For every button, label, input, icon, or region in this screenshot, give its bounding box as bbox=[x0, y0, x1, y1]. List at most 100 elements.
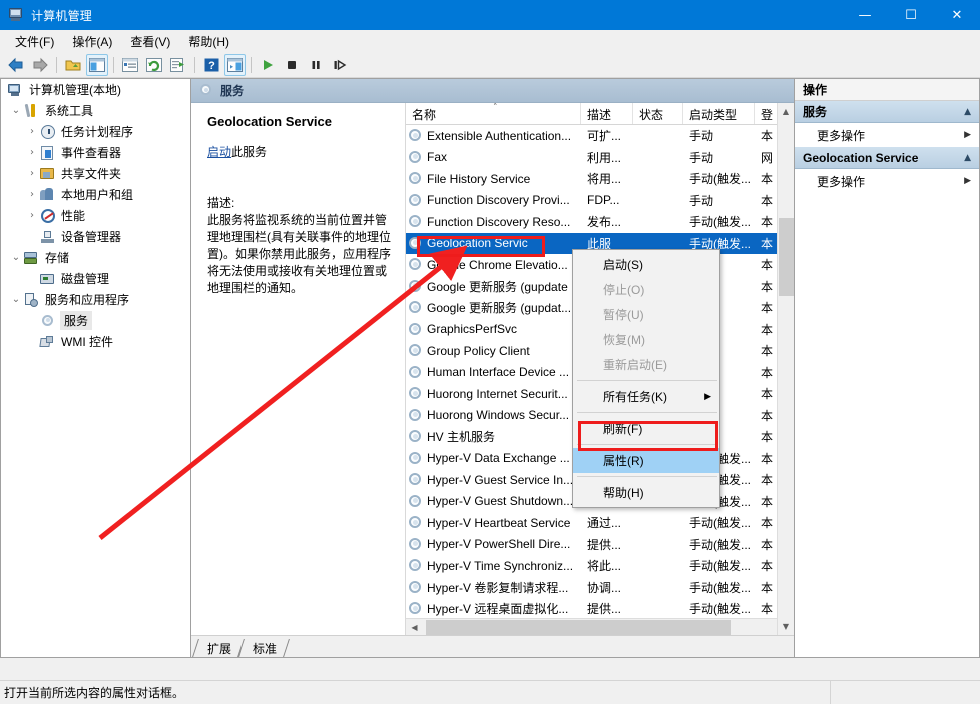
menu-help[interactable]: 帮助(H) bbox=[179, 31, 238, 52]
action-more-actions-geolocation[interactable]: 更多操作 ▶ bbox=[795, 169, 979, 193]
tree-item-storage[interactable]: ⌄ 存储 bbox=[1, 247, 190, 268]
horizontal-scroll-thumb[interactable] bbox=[426, 620, 731, 635]
tree-item-system-tools[interactable]: ⌄ 系统工具 bbox=[1, 100, 190, 121]
context-menu-item[interactable]: 属性(R) bbox=[573, 448, 719, 473]
chevron-right-icon[interactable]: › bbox=[25, 210, 39, 221]
tree-item-local-users-groups[interactable]: › 本地用户和组 bbox=[1, 184, 190, 205]
start-service-icon[interactable] bbox=[257, 54, 279, 76]
properties-icon[interactable] bbox=[119, 54, 141, 76]
chevron-down-icon[interactable]: ⌄ bbox=[9, 252, 23, 263]
table-row[interactable]: Function Discovery Reso...发布...手动(触发...本 bbox=[406, 211, 794, 233]
console-tree[interactable]: 计算机管理(本地) ⌄ 系统工具 › 任务计划程序 › 事件查看器 › 共享文件… bbox=[0, 78, 190, 658]
storage-icon bbox=[23, 250, 40, 266]
table-row[interactable]: Hyper-V 卷影复制请求程...协调...手动(触发...本 bbox=[406, 577, 794, 599]
service-name-text: Google 更新服务 (gupdate bbox=[427, 278, 568, 295]
scroll-up-icon[interactable]: ▲ bbox=[778, 103, 794, 120]
menu-action[interactable]: 操作(A) bbox=[63, 31, 121, 52]
scroll-down-icon[interactable]: ▼ bbox=[778, 618, 794, 635]
close-button[interactable]: ✕ bbox=[934, 0, 980, 30]
table-row[interactable]: File History Service将用...手动(触发...本 bbox=[406, 168, 794, 190]
service-name-text: Hyper-V Guest Shutdown... bbox=[427, 494, 573, 508]
actions-group-services[interactable]: 服务 ▲ bbox=[795, 101, 979, 123]
export-list-icon[interactable] bbox=[167, 54, 189, 76]
chevron-right-icon[interactable]: › bbox=[25, 147, 39, 158]
show-hide-tree-icon[interactable] bbox=[86, 54, 108, 76]
cell-description: 协调... bbox=[581, 579, 633, 596]
column-header-name[interactable]: 名称 ˄ bbox=[406, 103, 581, 124]
service-name-text: Hyper-V PowerShell Dire... bbox=[427, 537, 570, 551]
forward-icon[interactable] bbox=[29, 54, 51, 76]
stop-service-icon[interactable] bbox=[281, 54, 303, 76]
chevron-right-icon[interactable]: › bbox=[25, 126, 39, 137]
service-name-text: Hyper-V Guest Service In... bbox=[427, 473, 573, 487]
main-region: 计算机管理(本地) ⌄ 系统工具 › 任务计划程序 › 事件查看器 › 共享文件… bbox=[0, 78, 980, 658]
context-menu-item[interactable]: 刷新(F) bbox=[573, 416, 719, 441]
tab-extended[interactable]: 扩展 bbox=[195, 639, 241, 657]
context-menu-item[interactable]: 启动(S) bbox=[573, 252, 719, 277]
services-vertical-scrollbar[interactable]: ▲ ▼ bbox=[777, 103, 794, 635]
tree-item-task-scheduler[interactable]: › 任务计划程序 bbox=[1, 121, 190, 142]
tree-root-computer-management[interactable]: 计算机管理(本地) bbox=[1, 79, 190, 100]
restart-service-icon[interactable] bbox=[329, 54, 351, 76]
column-header-status[interactable]: 状态 bbox=[633, 103, 683, 124]
tree-item-wmi-control[interactable]: WMI 控件 bbox=[1, 331, 190, 352]
maximize-button[interactable]: ☐ bbox=[888, 0, 934, 30]
action-more-actions-services[interactable]: 更多操作 ▶ bbox=[795, 123, 979, 147]
context-menu-item-label: 重新启动(E) bbox=[603, 356, 667, 373]
chevron-up-icon[interactable]: ▲ bbox=[964, 153, 971, 163]
tree-item-disk-management[interactable]: 磁盘管理 bbox=[1, 268, 190, 289]
cell-description: 将用... bbox=[581, 170, 633, 187]
back-icon[interactable] bbox=[5, 54, 27, 76]
tree-item-services-and-applications[interactable]: ⌄ 服务和应用程序 bbox=[1, 289, 190, 310]
gear-icon bbox=[408, 494, 424, 509]
show-hide-action-pane-icon[interactable] bbox=[224, 54, 246, 76]
context-menu-item[interactable]: 帮助(H) bbox=[573, 480, 719, 505]
help-icon[interactable]: ? bbox=[200, 54, 222, 76]
menu-file[interactable]: 文件(F) bbox=[6, 31, 63, 52]
scroll-left-icon[interactable]: ◀ bbox=[406, 623, 423, 632]
context-menu-item[interactable]: 所有任务(K)▶ bbox=[573, 384, 719, 409]
gear-icon bbox=[408, 558, 424, 573]
table-row[interactable]: Hyper-V PowerShell Dire...提供...手动(触发...本 bbox=[406, 534, 794, 556]
chevron-right-icon[interactable]: › bbox=[25, 168, 39, 179]
chevron-down-icon[interactable]: ⌄ bbox=[9, 294, 23, 305]
tab-standard[interactable]: 标准 bbox=[241, 639, 287, 657]
menu-view[interactable]: 查看(V) bbox=[121, 31, 179, 52]
tree-item-device-manager[interactable]: 设备管理器 bbox=[1, 226, 190, 247]
tree-item-shared-folders[interactable]: › 共享文件夹 bbox=[1, 163, 190, 184]
context-menu-item: 重新启动(E) bbox=[573, 352, 719, 377]
cell-service-name: Hyper-V 远程桌面虚拟化... bbox=[406, 600, 581, 617]
table-row[interactable]: Function Discovery Provi...FDP...手动本 bbox=[406, 190, 794, 212]
gear-icon bbox=[408, 171, 424, 186]
context-menu-separator bbox=[577, 412, 717, 413]
tree-item-services[interactable]: 服务 bbox=[1, 310, 190, 331]
table-row[interactable]: Fax利用...手动网 bbox=[406, 147, 794, 169]
chevron-right-icon[interactable]: › bbox=[25, 189, 39, 200]
column-header-startup-type[interactable]: 启动类型 bbox=[683, 103, 755, 124]
chevron-down-icon[interactable]: ⌄ bbox=[9, 105, 23, 116]
table-row[interactable]: Hyper-V Time Synchroniz...将此...手动(触发...本 bbox=[406, 555, 794, 577]
chevron-up-icon[interactable]: ▲ bbox=[964, 107, 971, 117]
cell-service-name: Huorong Internet Securit... bbox=[406, 386, 581, 401]
horizontal-scroll-track[interactable] bbox=[423, 620, 777, 635]
gear-icon bbox=[408, 515, 424, 530]
cell-service-name: Google 更新服务 (gupdate bbox=[406, 278, 581, 295]
service-context-menu[interactable]: 启动(S)停止(O)暂停(U)恢复(M)重新启动(E)所有任务(K)▶刷新(F)… bbox=[572, 249, 720, 508]
minimize-button[interactable]: — bbox=[842, 0, 888, 30]
pause-service-icon[interactable] bbox=[305, 54, 327, 76]
services-horizontal-scrollbar[interactable]: ◀ ▶ bbox=[406, 618, 794, 635]
table-row[interactable]: Extensible Authentication...可扩...手动本 bbox=[406, 125, 794, 147]
table-row[interactable]: Hyper-V Heartbeat Service通过...手动(触发...本 bbox=[406, 512, 794, 534]
start-service-link[interactable]: 启动 bbox=[207, 145, 231, 159]
gear-icon bbox=[408, 386, 424, 401]
chevron-right-icon: ▶ bbox=[964, 176, 971, 186]
refresh-icon[interactable] bbox=[143, 54, 165, 76]
tree-item-performance[interactable]: › 性能 bbox=[1, 205, 190, 226]
users-icon bbox=[39, 187, 56, 203]
table-row[interactable]: Hyper-V 远程桌面虚拟化...提供...手动(触发...本 bbox=[406, 598, 794, 618]
vertical-scroll-thumb[interactable] bbox=[779, 218, 794, 296]
tree-item-event-viewer[interactable]: › 事件查看器 bbox=[1, 142, 190, 163]
up-folder-icon[interactable] bbox=[62, 54, 84, 76]
column-header-description[interactable]: 描述 bbox=[581, 103, 633, 124]
actions-group-geolocation-service[interactable]: Geolocation Service ▲ bbox=[795, 147, 979, 169]
